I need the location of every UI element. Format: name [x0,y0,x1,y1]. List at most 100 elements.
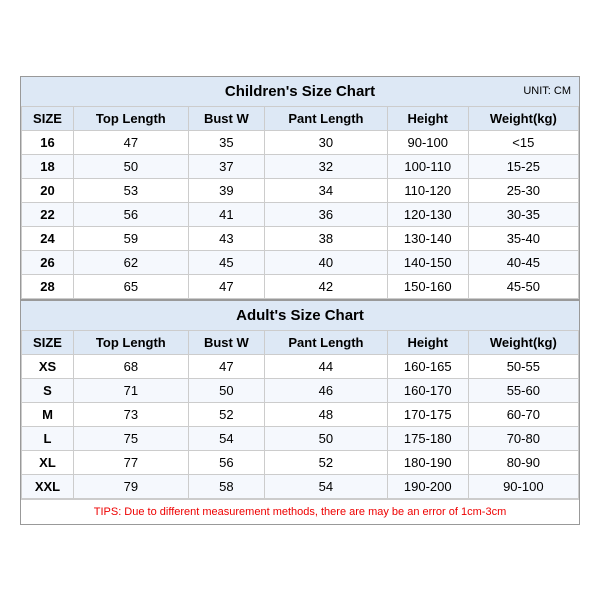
children-col-size: SIZE [22,106,74,130]
table-cell: 39 [188,178,264,202]
table-cell: 73 [73,402,188,426]
table-cell: 80-90 [468,450,578,474]
table-cell: 20 [22,178,74,202]
table-row: 22564136120-13030-35 [22,202,579,226]
table-cell: 38 [265,226,388,250]
tips-row: TIPS: Due to different measurement metho… [21,499,579,524]
table-row: XS684744160-16550-55 [22,354,579,378]
table-cell: XL [22,450,74,474]
table-cell: M [22,402,74,426]
table-cell: 45-50 [468,274,578,298]
table-cell: XXL [22,474,74,498]
table-cell: 24 [22,226,74,250]
table-cell: 47 [188,354,264,378]
table-cell: 47 [188,274,264,298]
table-cell: 16 [22,130,74,154]
table-cell: 50 [265,426,388,450]
children-col-weight: Weight(kg) [468,106,578,130]
table-cell: 160-170 [387,378,468,402]
table-cell: 180-190 [387,450,468,474]
table-cell: 90-100 [387,130,468,154]
table-cell: 41 [188,202,264,226]
table-cell: 140-150 [387,250,468,274]
children-col-toplength: Top Length [73,106,188,130]
adult-col-toplength: Top Length [73,330,188,354]
table-cell: <15 [468,130,578,154]
table-cell: 54 [265,474,388,498]
table-row: 26624540140-15040-45 [22,250,579,274]
adult-header-row: SIZE Top Length Bust W Pant Length Heigh… [22,330,579,354]
children-col-bustw: Bust W [188,106,264,130]
table-row: 18503732100-11015-25 [22,154,579,178]
table-cell: 40 [265,250,388,274]
table-cell: 65 [73,274,188,298]
children-table: SIZE Top Length Bust W Pant Length Heigh… [21,106,579,299]
table-cell: 75 [73,426,188,450]
table-cell: 150-160 [387,274,468,298]
table-cell: 32 [265,154,388,178]
table-cell: 30 [265,130,388,154]
adult-col-bustw: Bust W [188,330,264,354]
table-cell: 40-45 [468,250,578,274]
table-cell: 160-165 [387,354,468,378]
table-cell: 43 [188,226,264,250]
table-cell: 42 [265,274,388,298]
table-cell: 30-35 [468,202,578,226]
table-cell: 46 [265,378,388,402]
table-cell: 44 [265,354,388,378]
table-cell: S [22,378,74,402]
unit-label: UNIT: CM [523,85,571,97]
table-row: 20533934110-12025-30 [22,178,579,202]
table-cell: 18 [22,154,74,178]
table-cell: 58 [188,474,264,498]
children-title-row: Children's Size Chart UNIT: CM [21,77,579,106]
table-cell: 36 [265,202,388,226]
table-cell: 54 [188,426,264,450]
table-cell: 190-200 [387,474,468,498]
adult-table: SIZE Top Length Bust W Pant Length Heigh… [21,330,579,499]
table-cell: 68 [73,354,188,378]
table-cell: 26 [22,250,74,274]
table-cell: 22 [22,202,74,226]
table-row: M735248170-17560-70 [22,402,579,426]
table-row: XL775652180-19080-90 [22,450,579,474]
table-cell: 60-70 [468,402,578,426]
table-cell: 50 [73,154,188,178]
adult-col-pantlength: Pant Length [265,330,388,354]
table-cell: L [22,426,74,450]
table-cell: 37 [188,154,264,178]
table-cell: 53 [73,178,188,202]
table-cell: 47 [73,130,188,154]
children-col-pantlength: Pant Length [265,106,388,130]
table-row: S715046160-17055-60 [22,378,579,402]
table-cell: 56 [188,450,264,474]
table-cell: 50 [188,378,264,402]
chart-container: Children's Size Chart UNIT: CM SIZE Top … [20,76,580,525]
adult-title-row: Adult's Size Chart [21,299,579,330]
table-row: 1647353090-100<15 [22,130,579,154]
table-cell: 90-100 [468,474,578,498]
adult-col-height: Height [387,330,468,354]
children-col-height: Height [387,106,468,130]
table-cell: 34 [265,178,388,202]
table-row: XXL795854190-20090-100 [22,474,579,498]
table-cell: XS [22,354,74,378]
table-cell: 52 [265,450,388,474]
table-cell: 71 [73,378,188,402]
table-cell: 25-30 [468,178,578,202]
table-cell: 100-110 [387,154,468,178]
table-cell: 77 [73,450,188,474]
table-cell: 48 [265,402,388,426]
table-cell: 130-140 [387,226,468,250]
table-cell: 70-80 [468,426,578,450]
tips-text: TIPS: Due to different measurement metho… [94,506,506,518]
table-cell: 170-175 [387,402,468,426]
table-cell: 59 [73,226,188,250]
table-cell: 56 [73,202,188,226]
table-row: L755450175-18070-80 [22,426,579,450]
table-row: 24594338130-14035-40 [22,226,579,250]
table-cell: 50-55 [468,354,578,378]
table-cell: 55-60 [468,378,578,402]
table-cell: 110-120 [387,178,468,202]
adult-col-weight: Weight(kg) [468,330,578,354]
